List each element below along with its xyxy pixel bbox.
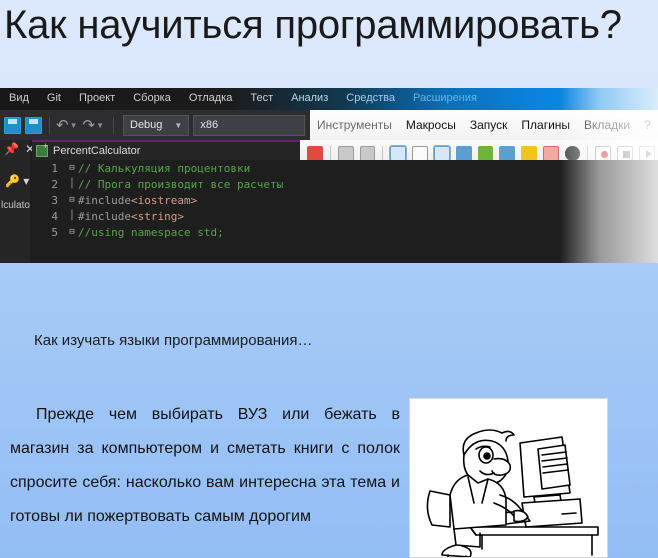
toolbar-divider-2 [113, 116, 114, 134]
code-include-path: <string> [130, 209, 184, 223]
menu-item-build[interactable]: Сборка [124, 88, 180, 109]
wordwrap-icon[interactable] [389, 144, 408, 162]
menu-item-project[interactable]: Проект [70, 88, 124, 109]
fold-marker[interactable]: ⊟ [66, 227, 78, 237]
menu-item-extensions[interactable]: Расширения [404, 88, 486, 109]
paragraph-text: Прежде чем выбирать ВУЗ или бежать в маг… [10, 406, 400, 525]
code-line: 1 ⊟ // Калькуляция процентовки [32, 160, 658, 176]
menu-item-analyze[interactable]: Анализ [282, 88, 337, 109]
code-line: 5 ⊟ //using namespace std; [32, 224, 658, 240]
npp-menu-tools[interactable]: Инструменты [310, 118, 399, 132]
redo-icon[interactable]: ↷ [83, 118, 96, 133]
npp-menu-run[interactable]: Запуск [463, 118, 515, 132]
platform-dropdown[interactable]: x86 [193, 114, 306, 136]
indent-guide-icon[interactable] [433, 144, 451, 162]
line-number: 3 [51, 193, 58, 207]
code-line: 4 │ #include <string> [32, 208, 658, 224]
menu-item-test[interactable]: Тест [241, 88, 282, 109]
pilcrow-icon[interactable] [412, 145, 429, 161]
page-title: Как научиться программировать? [4, 3, 622, 47]
ide-left-tool-strip: 📌 ✕ 🔑 ▾ lculato [0, 140, 35, 263]
npp-menu-help[interactable]: ? [637, 118, 658, 132]
menu-item-tools[interactable]: Средства [337, 88, 404, 109]
save-all-icon[interactable] [25, 116, 42, 134]
code-editor[interactable]: 1 ⊟ // Калькуляция процентовки 2 │ // Пр… [32, 160, 658, 263]
blob-icon[interactable] [564, 145, 581, 161]
edit-doc-icon[interactable] [521, 145, 537, 161]
line-number: 4 [51, 209, 58, 223]
fold-marker[interactable]: │ [66, 179, 78, 189]
fold-marker[interactable]: ⊟ [66, 195, 78, 205]
platform-value: x86 [200, 119, 219, 131]
code-preprocessor: #include [78, 193, 131, 207]
project-selector-value[interactable]: PercentCalculator [53, 145, 140, 157]
icon-divider [329, 145, 331, 161]
code-text: //using namespace std; [78, 225, 224, 239]
icon-divider-3 [587, 145, 589, 161]
line-number: 5 [51, 225, 58, 239]
npp-menu-plugins[interactable]: Плагины [514, 118, 577, 132]
search-key-icon[interactable]: 🔑 ▾ [0, 174, 30, 188]
clone-doc-icon[interactable] [499, 145, 516, 161]
line-number: 1 [51, 161, 58, 175]
redo-dropdown-caret-icon[interactable]: ▼ [96, 121, 104, 130]
code-text: // Калькуляция процентовки [78, 161, 251, 175]
stop-macro-icon[interactable] [617, 145, 634, 161]
undo-icon[interactable]: ↶ [56, 118, 69, 133]
toolbar-divider [49, 116, 50, 134]
clipart-svg [426, 429, 599, 557]
build-configuration-value: Debug [130, 119, 163, 131]
build-configuration-dropdown[interactable]: Debug ▼ [123, 114, 190, 136]
solution-explorer-label: lculato [1, 200, 30, 211]
menu-item-git[interactable]: Git [38, 88, 70, 109]
folder-icon[interactable] [542, 145, 559, 161]
menu-item-debug[interactable]: Отладка [180, 88, 241, 109]
chevron-down-icon: ▼ [174, 120, 183, 130]
window-clone-icon[interactable] [359, 145, 376, 161]
section-subheading: Как изучать языки программирования… [34, 332, 313, 349]
npp-menu-tabs[interactable]: Вкладки [577, 118, 637, 132]
notepad-menu-bar: Инструменты Макросы Запуск Плагины Вклад… [310, 110, 658, 140]
record-macro-icon[interactable] [595, 145, 612, 161]
code-preprocessor: #include [78, 209, 131, 223]
code-text: // Прога производит все расчеты [78, 177, 284, 191]
icon-divider-2 [382, 145, 384, 161]
code-line: 3 ⊟ #include <iostream> [32, 192, 658, 208]
code-include-path: <iostream> [130, 193, 198, 207]
save-icon[interactable] [4, 116, 21, 134]
ide-screenshot-image: Вид Git Проект Сборка Отладка Тест Анали… [0, 88, 658, 263]
npp-menu-macros[interactable]: Макросы [399, 118, 463, 132]
macro-run-icon[interactable] [455, 145, 472, 161]
ide-menu-bar: Вид Git Проект Сборка Отладка Тест Анали… [0, 88, 658, 110]
fold-marker[interactable]: ⊟ [66, 163, 78, 173]
colorpicker-icon[interactable] [477, 145, 494, 161]
window-split-icon[interactable] [337, 145, 354, 161]
fold-marker[interactable]: │ [66, 211, 78, 221]
body-paragraph: Прежде чем выбирать ВУЗ или бежать в маг… [10, 398, 400, 534]
menu-item-view[interactable]: Вид [0, 88, 38, 109]
line-number: 2 [51, 177, 58, 191]
cpp-project-icon [36, 142, 48, 157]
man-at-computer-clipart [409, 398, 608, 558]
undo-dropdown-caret-icon[interactable]: ▼ [70, 121, 78, 130]
play-macro-icon[interactable] [639, 145, 655, 161]
pin-icon[interactable]: 📌 [4, 143, 19, 155]
code-line: 2 │ // Прога производит все расчеты [32, 176, 658, 192]
select-icon[interactable] [307, 145, 323, 161]
